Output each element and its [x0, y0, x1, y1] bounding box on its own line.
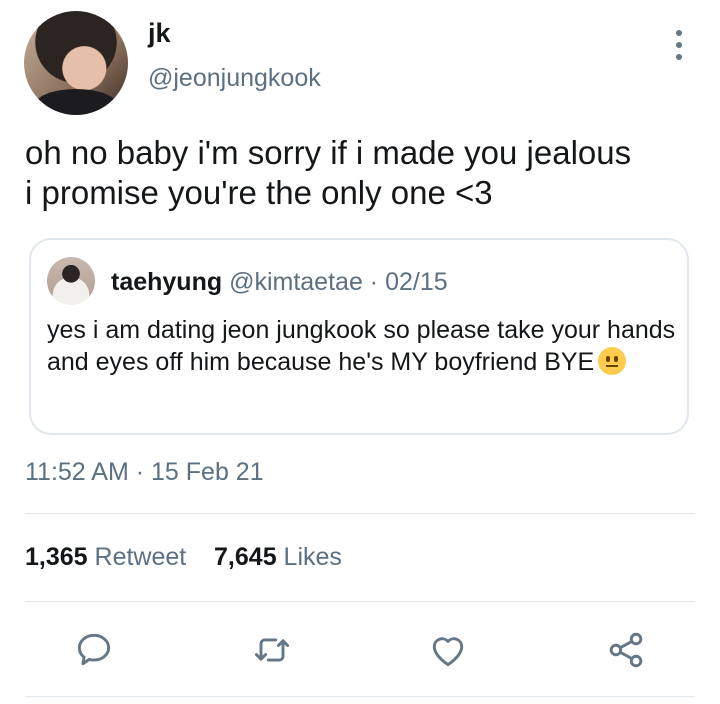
- like-count: 7,645: [214, 543, 277, 571]
- tweet-date: 15 Feb 21: [151, 458, 264, 486]
- divider: [25, 513, 695, 514]
- avatar-shirt: [34, 89, 118, 115]
- tweet-timestamp[interactable]: 11:52 AM · 15 Feb 21: [25, 458, 264, 487]
- tweet-stats: 1,365 Retweet 7,645 Likes: [25, 543, 342, 572]
- author-display-name[interactable]: jk: [148, 18, 171, 49]
- quoted-author-avatar[interactable]: [47, 257, 95, 305]
- tweet-text: oh no baby i'm sorry if i made you jealo…: [25, 134, 632, 211]
- like-label: Likes: [283, 543, 342, 571]
- quoted-tweet-text: yes i am dating jeon jungkook so please …: [47, 316, 676, 376]
- retweet-count-link[interactable]: 1,365 Retweet: [25, 543, 186, 571]
- author-handle[interactable]: @jeonjungkook: [148, 64, 321, 93]
- quoted-tweet-date: 02/15: [385, 268, 448, 296]
- neutral-face-emoji-icon: [598, 347, 627, 375]
- quoted-tweet-card[interactable]: taehyung @kimtaetae · 02/15 yes i am dat…: [29, 238, 689, 435]
- tweet-time: 11:52 AM: [25, 458, 129, 486]
- retweet-label: Retweet: [94, 543, 187, 571]
- heart-icon[interactable]: [426, 628, 470, 672]
- author-avatar[interactable]: [24, 11, 128, 115]
- quoted-tweet-body: yes i am dating jeon jungkook so please …: [47, 314, 677, 378]
- comment-icon[interactable]: [72, 628, 116, 672]
- timestamp-separator: ·: [135, 458, 145, 486]
- quoted-tweet-header: taehyung @kimtaetae · 02/15: [111, 268, 448, 297]
- share-icon[interactable]: [604, 628, 648, 672]
- quoted-author-name[interactable]: taehyung: [111, 268, 222, 296]
- quoted-author-handle[interactable]: @kimtaetae: [229, 268, 363, 296]
- like-count-link[interactable]: 7,645 Likes: [214, 543, 342, 571]
- action-bar: [0, 628, 720, 672]
- divider: [25, 696, 695, 697]
- divider: [25, 601, 695, 602]
- more-options-icon[interactable]: [668, 30, 690, 60]
- retweet-count: 1,365: [25, 543, 88, 571]
- retweet-icon[interactable]: [250, 628, 294, 672]
- quoted-separator: ·: [369, 268, 379, 296]
